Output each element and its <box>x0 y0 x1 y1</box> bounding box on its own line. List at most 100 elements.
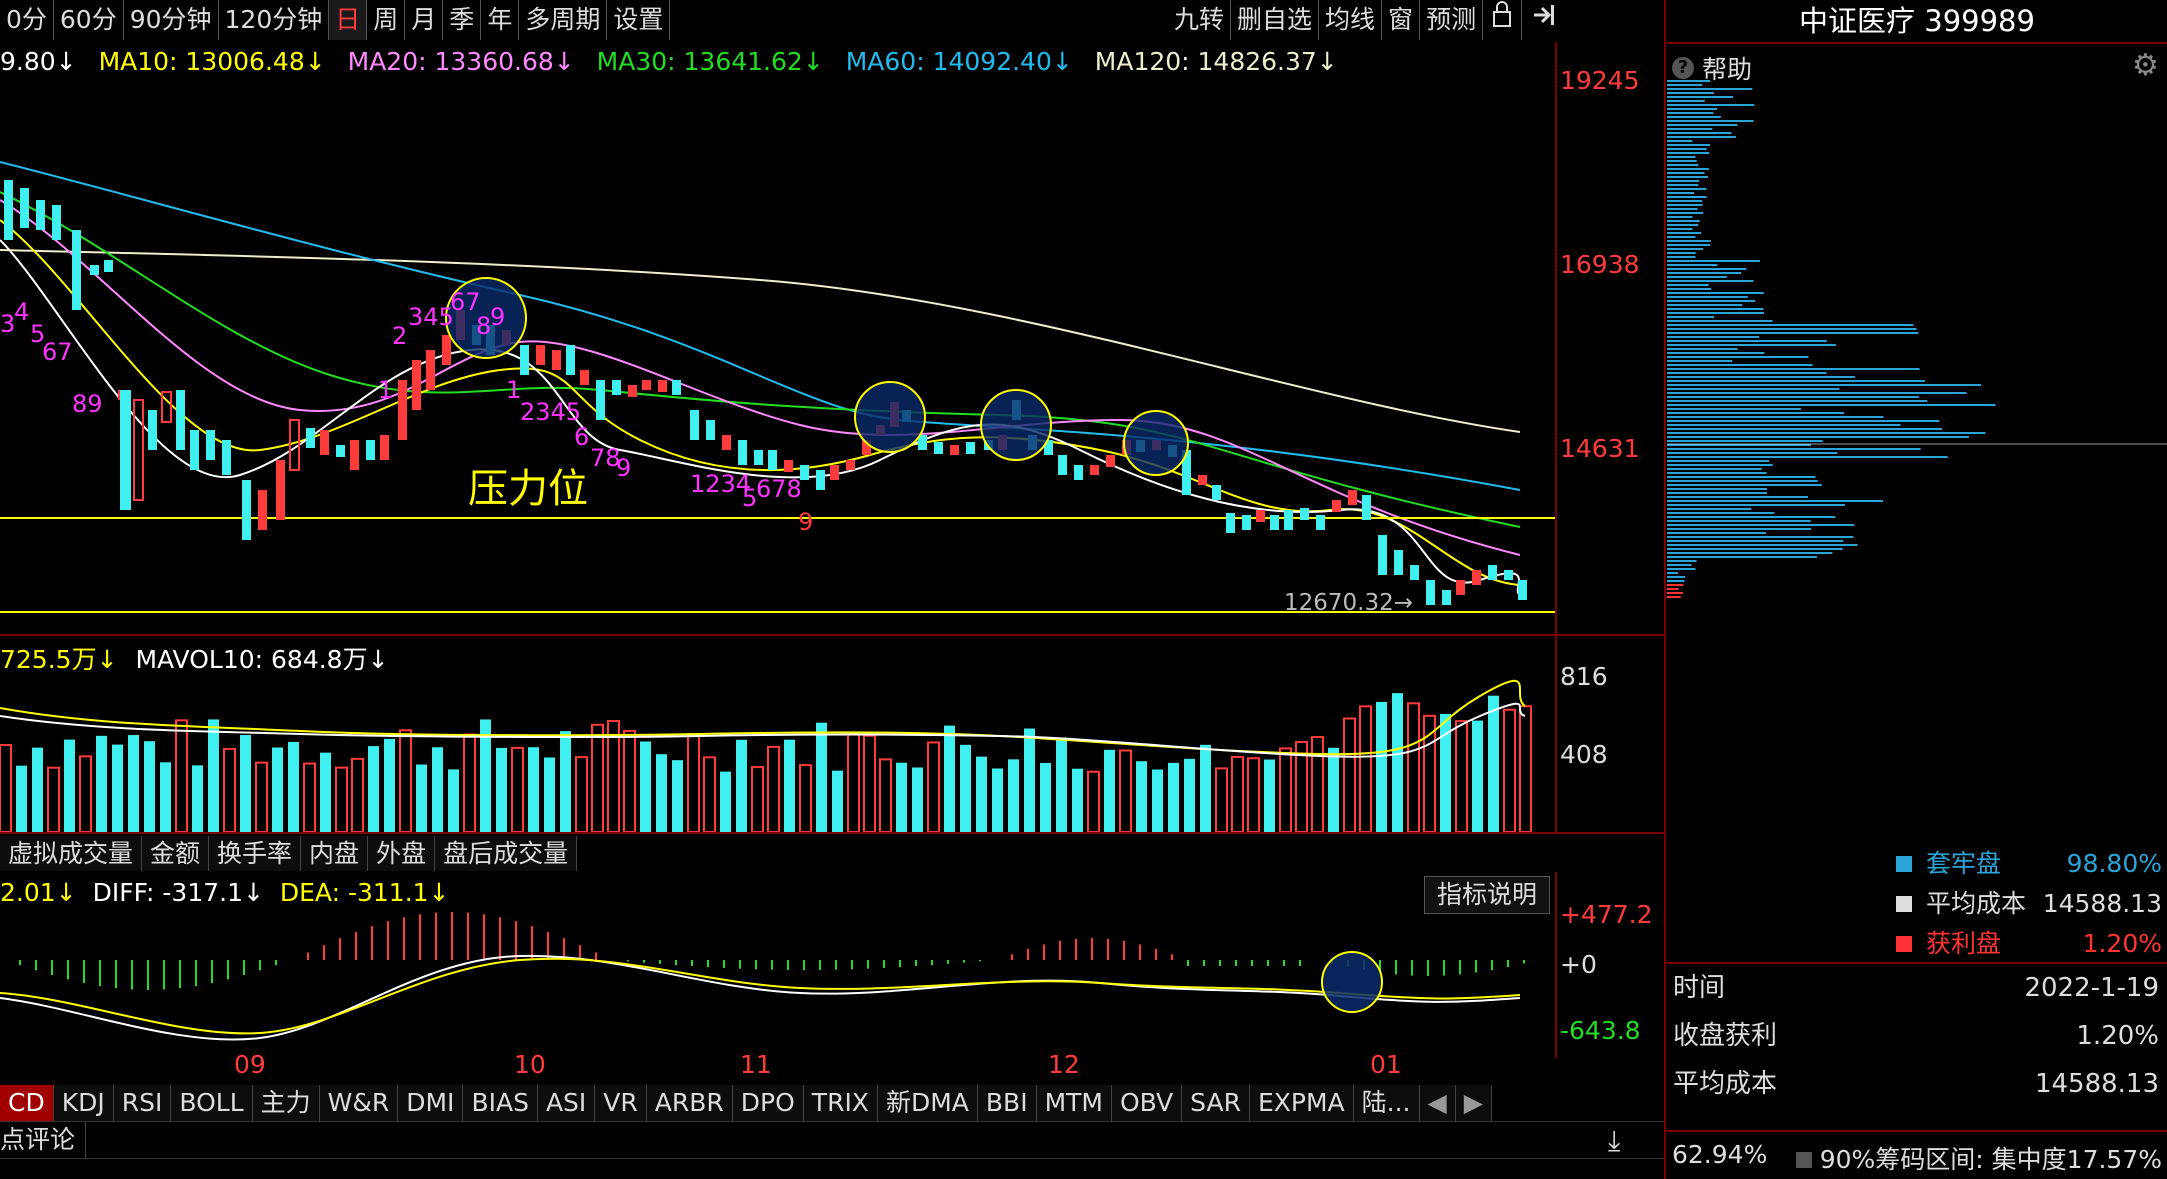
comment-tab[interactable]: 点评论 <box>0 1122 87 1158</box>
tab-inner[interactable]: 内盘 <box>301 836 369 871</box>
tab-arbr[interactable]: ARBR <box>646 1085 733 1121</box>
pressure-circle-3 <box>980 389 1052 461</box>
tab-after-hours[interactable]: 盘后成交量 <box>435 836 578 871</box>
chip-bar <box>1667 356 1809 358</box>
chip-bar <box>1667 300 1756 302</box>
period-week[interactable]: 周 <box>367 0 406 40</box>
period-multi[interactable]: 多周期 <box>519 0 608 40</box>
tab-bias[interactable]: BIAS <box>463 1085 538 1121</box>
chip-bar <box>1667 352 1765 354</box>
volume-bar <box>1392 693 1403 832</box>
volume-bar <box>751 766 764 832</box>
tab-mtm[interactable]: MTM <box>1036 1085 1112 1121</box>
chip-bar <box>1667 360 1733 362</box>
chip-bar <box>1667 544 1858 546</box>
period-quarter[interactable]: 季 <box>443 0 482 40</box>
chip-footer: 62.94% 90%筹码区间: 集中度17.57% <box>1672 1140 2162 1176</box>
jiuzhuan-button[interactable]: 九转 <box>1168 0 1232 40</box>
gear-icon[interactable]: ⚙ <box>2132 48 2159 83</box>
chip-bar <box>1667 276 1727 278</box>
chip-bar <box>1667 596 1681 598</box>
volume-bar <box>1024 728 1035 832</box>
tab-main-force[interactable]: 主力 <box>252 1085 320 1121</box>
td-label: 89 <box>72 390 103 418</box>
settings-button[interactable]: 设置 <box>607 0 671 40</box>
info-value: 14588.13 <box>2034 1069 2159 1099</box>
period-year[interactable]: 年 <box>481 0 520 40</box>
collapse-panel-icon[interactable] <box>1522 0 1566 40</box>
volume-bar <box>32 747 43 832</box>
volume-bar <box>544 757 555 832</box>
tab-outer[interactable]: 外盘 <box>368 836 436 871</box>
profit-swatch <box>1896 936 1912 952</box>
period-60min[interactable]: 60分 <box>54 0 124 40</box>
chip-bar <box>1667 564 1692 566</box>
chip-bar <box>1667 468 1762 470</box>
chip-bar <box>1667 96 1734 98</box>
chip-bar <box>1667 432 1986 434</box>
tab-obv[interactable]: OBV <box>1112 1085 1183 1121</box>
tab-dpo[interactable]: DPO <box>732 1085 804 1121</box>
chip-bar <box>1667 540 1844 542</box>
tab-amount[interactable]: 金额 <box>142 836 210 871</box>
volume-bar <box>1376 701 1387 832</box>
volume-bar <box>384 738 395 832</box>
chip-bar <box>1667 420 1940 422</box>
volume-bar <box>656 754 667 832</box>
chip-bar <box>1667 368 1920 370</box>
tab-kdj[interactable]: KDJ <box>53 1085 114 1121</box>
candlesticks <box>4 180 1527 605</box>
chip-bar <box>1667 284 1709 286</box>
download-icon[interactable]: ⤓ <box>1608 1124 1620 1158</box>
volume-bar <box>528 747 539 832</box>
tab-wr[interactable]: W&R <box>319 1085 399 1121</box>
tab-asi[interactable]: ASI <box>537 1085 596 1121</box>
tab-sar[interactable]: SAR <box>1182 1085 1250 1121</box>
volume-bar <box>1231 756 1244 832</box>
tab-bbi[interactable]: BBI <box>977 1085 1037 1121</box>
tab-new-dma[interactable]: 新DMA <box>877 1085 978 1121</box>
tab-vr[interactable]: VR <box>595 1085 647 1121</box>
ma-button[interactable]: 均线 <box>1319 0 1383 40</box>
lock-icon[interactable] <box>1483 0 1523 40</box>
volume-bar <box>463 733 476 832</box>
macd-tick-1: +477.2 <box>1560 900 1653 929</box>
forecast-button[interactable]: 预测 <box>1420 0 1484 40</box>
info-value: 2022-1-19 <box>2024 973 2159 1003</box>
tab-rsi[interactable]: RSI <box>113 1085 172 1121</box>
period-month[interactable]: 月 <box>405 0 444 40</box>
tab-more[interactable]: 陆... <box>1353 1085 1420 1121</box>
period-90min[interactable]: 90分钟 <box>124 0 219 40</box>
chip-bar <box>1667 236 1696 238</box>
td-label: 345 <box>408 303 454 331</box>
tab-trix[interactable]: TRIX <box>803 1085 878 1121</box>
chip-bar <box>1667 472 1767 474</box>
period-30min[interactable]: 0分 <box>0 0 54 40</box>
pressure-circle-4 <box>1123 410 1189 476</box>
chip-bar <box>1667 264 1718 266</box>
chip-bar <box>1667 372 1827 374</box>
tab-dmi[interactable]: DMI <box>398 1085 464 1121</box>
remove-watchlist-button[interactable]: 删自选 <box>1231 0 1320 40</box>
month-label: 01 <box>1370 1050 1402 1079</box>
tab-virtual-volume[interactable]: 虚拟成交量 <box>0 836 143 871</box>
tab-turnover[interactable]: 换手率 <box>209 836 302 871</box>
vol-tick-1: 816 <box>1560 662 1608 691</box>
macd-value: 2.01↓ <box>0 878 77 907</box>
chip-bar <box>1667 176 1709 178</box>
scroll-left-icon[interactable]: ◀ <box>1419 1085 1456 1121</box>
info-label: 收盘获利 <box>1673 1021 1778 1051</box>
tab-macd[interactable]: CD <box>0 1085 54 1121</box>
volume-bar <box>255 761 268 832</box>
tab-expma[interactable]: EXPMA <box>1249 1085 1354 1121</box>
window-button[interactable]: 窗 <box>1382 0 1421 40</box>
volume-bar <box>399 729 412 832</box>
chip-bar <box>1667 156 1696 158</box>
chip-bar <box>1667 520 1811 522</box>
period-day[interactable]: 日 <box>329 0 368 40</box>
scroll-right-icon[interactable]: ▶ <box>1455 1085 1492 1121</box>
volume-bar <box>1455 720 1468 832</box>
price-chart <box>0 161 1555 613</box>
period-120min[interactable]: 120分钟 <box>219 0 330 40</box>
tab-boll[interactable]: BOLL <box>171 1085 253 1121</box>
